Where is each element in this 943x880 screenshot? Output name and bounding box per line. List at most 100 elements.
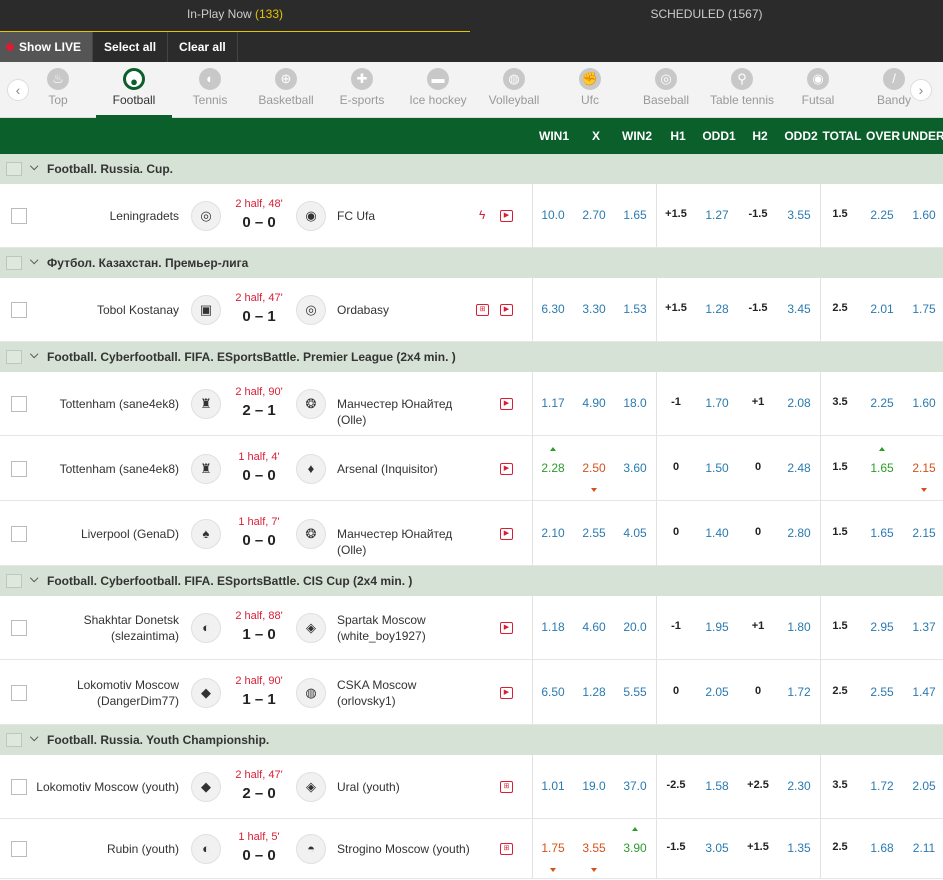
odds-cell[interactable]: 1.01 <box>533 779 573 793</box>
tab-in-play[interactable]: In-Play Now (133) <box>0 0 470 32</box>
odds-cell[interactable]: 1.72 <box>862 779 902 793</box>
home-team-name[interactable]: Leningradets <box>29 208 179 224</box>
away-team-name[interactable]: CSKA Moscow (orlovsky1) <box>337 677 472 709</box>
match-row[interactable]: Liverpool (GenaD) ♠ 1 half, 7' 0 – 0 ❂ Манчес… <box>0 501 943 566</box>
odds-cell[interactable]: 2.28 <box>533 461 573 475</box>
odds-cell[interactable]: 3.55 <box>779 208 819 222</box>
odds-cell[interactable]: 1.80 <box>779 620 819 634</box>
sport-tennis[interactable]: ◐ Tennis <box>172 62 248 118</box>
chevron-down-icon[interactable]: ⌵ <box>30 349 38 362</box>
video-stream-icon[interactable]: ▶ <box>500 527 513 540</box>
odds-cell[interactable]: 3.30 <box>574 302 614 316</box>
match-checkbox[interactable] <box>11 525 27 542</box>
odds-cell[interactable]: 1.70 <box>697 396 737 410</box>
home-team-name[interactable]: Tottenham (sane4ek8) <box>29 461 179 477</box>
match-checkbox[interactable] <box>11 684 27 701</box>
match-checkbox[interactable] <box>11 620 27 636</box>
away-team-name[interactable]: Ordabasy <box>337 302 472 318</box>
odds-cell[interactable]: 2.01 <box>862 302 902 316</box>
odds-cell[interactable]: 1.40 <box>697 526 737 540</box>
odds-cell[interactable]: 3.45 <box>779 302 819 316</box>
match-row[interactable]: Lokomotiv Moscow (youth) ◆ 2 half, 47' 2 – … <box>0 755 943 819</box>
odds-cell[interactable]: 3.60 <box>615 461 655 475</box>
odds-cell[interactable]: 20.0 <box>615 620 655 634</box>
odds-cell[interactable]: 4.60 <box>574 620 614 634</box>
odds-cell[interactable]: 1.18 <box>533 620 573 634</box>
league-header[interactable]: ⌵ Football. Russia. Cup. <box>0 154 943 184</box>
match-row[interactable]: Shakhtar Donetsk (slezaintima) ◐ 2 half, 8… <box>0 596 943 660</box>
league-header[interactable]: ⌵ Football. Russia. Youth Championship. <box>0 725 943 755</box>
video-stream-icon[interactable]: ▶ <box>500 686 513 699</box>
select-all-button[interactable]: Select all <box>93 32 169 62</box>
odds-cell[interactable]: 2.15 <box>904 461 943 475</box>
odds-cell[interactable]: 1.35 <box>779 841 819 855</box>
video-stream-icon[interactable]: ▶ <box>500 210 513 222</box>
odds-cell[interactable]: 2.05 <box>904 779 943 793</box>
odds-cell[interactable]: 2.15 <box>904 526 943 540</box>
odds-cell[interactable]: 2.95 <box>862 620 902 634</box>
odds-cell[interactable]: 4.90 <box>574 396 614 410</box>
odds-cell[interactable]: 1.65 <box>862 526 902 540</box>
odds-cell[interactable]: 1.28 <box>697 302 737 316</box>
odds-cell[interactable]: 1.60 <box>904 208 943 222</box>
match-row[interactable]: Tottenham (sane4ek8) ♜ 1 half, 4' 0 – 0 ♦ Ars… <box>0 436 943 501</box>
home-team-name[interactable]: Lokomotiv Moscow (DangerDim77) <box>29 677 179 709</box>
league-checkbox[interactable] <box>6 733 22 747</box>
league-header[interactable]: ⌵ Football. Cyberfootball. FIFA. ESports… <box>0 566 943 596</box>
match-checkbox[interactable] <box>11 208 27 224</box>
league-checkbox[interactable] <box>6 350 22 364</box>
odds-cell[interactable]: 1.47 <box>904 685 943 699</box>
odds-cell[interactable]: 2.10 <box>533 526 573 540</box>
sport-football[interactable]: ● Football <box>96 62 172 118</box>
away-team-name[interactable]: Arsenal (Inquisitor) <box>337 461 472 477</box>
clear-all-button[interactable]: Clear all <box>168 32 238 62</box>
match-row[interactable]: Rubin (youth) ◐ 1 half, 5' 0 – 0 ◓ Strogino M… <box>0 819 943 879</box>
odds-cell[interactable]: 1.17 <box>533 396 573 410</box>
sport-ufc[interactable]: ✊ Ufc <box>552 62 628 118</box>
tab-scheduled[interactable]: SCHEDULED (1567) <box>470 0 943 32</box>
sport-esports[interactable]: ✚ E-sports <box>324 62 400 118</box>
sport-ice-hockey[interactable]: ▬ Ice hockey <box>400 62 476 118</box>
match-checkbox[interactable] <box>11 396 27 412</box>
match-checkbox[interactable] <box>11 460 27 477</box>
sport-volleyball[interactable]: ◍ Volleyball <box>476 62 552 118</box>
odds-cell[interactable]: 3.90 <box>615 841 655 855</box>
match-field-icon[interactable]: ⊞ <box>500 781 513 793</box>
match-checkbox[interactable] <box>11 779 27 795</box>
odds-cell[interactable]: 1.65 <box>862 461 902 475</box>
home-team-name[interactable]: Tottenham (sane4ek8) <box>29 396 179 412</box>
match-row[interactable]: Tottenham (sane4ek8) ♜ 2 half, 90' 2 – 1 ❂ Ма… <box>0 372 943 436</box>
home-team-name[interactable]: Rubin (youth) <box>29 841 179 857</box>
odds-cell[interactable]: 37.0 <box>615 779 655 793</box>
sport-baseball[interactable]: ◎ Baseball <box>628 62 704 118</box>
home-team-name[interactable]: Tobol Kostanay <box>29 302 179 318</box>
league-header[interactable]: ⌵ Футбол. Казахстан. Премьер-лига <box>0 248 943 278</box>
odds-cell[interactable]: 2.05 <box>697 685 737 699</box>
odds-cell[interactable]: 2.25 <box>862 396 902 410</box>
odds-cell[interactable]: 4.05 <box>615 526 655 540</box>
away-team-name[interactable]: Spartak Moscow (white_boy1927) <box>337 612 472 644</box>
video-stream-icon[interactable]: ▶ <box>500 462 513 475</box>
odds-cell[interactable]: 1.50 <box>697 461 737 475</box>
league-checkbox[interactable] <box>6 574 22 588</box>
odds-cell[interactable]: 2.30 <box>779 779 819 793</box>
odds-cell[interactable]: 2.70 <box>574 208 614 222</box>
odds-cell[interactable]: 2.11 <box>904 841 943 855</box>
show-live-button[interactable]: Show LIVE <box>0 32 94 62</box>
match-row[interactable]: Leningradets ◎ 2 half, 48' 0 – 0 ◉ FC Ufa ▶ ϟ 10… <box>0 184 943 248</box>
sport-table-tennis[interactable]: ⚲ Table tennis <box>704 62 780 118</box>
sport-basketball[interactable]: ⊕ Basketball <box>248 62 324 118</box>
match-row[interactable]: Tobol Kostanay ▣ 2 half, 47' 0 – 1 ◎ Ordabasy… <box>0 278 943 342</box>
odds-cell[interactable]: 19.0 <box>574 779 614 793</box>
odds-cell[interactable]: 6.30 <box>533 302 573 316</box>
odds-cell[interactable]: 1.27 <box>697 208 737 222</box>
scroll-right-icon[interactable]: › <box>910 79 932 101</box>
league-checkbox[interactable] <box>6 162 22 176</box>
odds-cell[interactable]: 1.72 <box>779 685 819 699</box>
match-field-icon[interactable]: ⊞ <box>476 304 489 316</box>
odds-cell[interactable]: 3.55 <box>574 841 614 855</box>
video-stream-icon[interactable]: ▶ <box>500 398 513 410</box>
odds-cell[interactable]: 1.60 <box>904 396 943 410</box>
away-team-name[interactable]: Strogino Moscow (youth) <box>337 841 472 857</box>
odds-cell[interactable]: 1.28 <box>574 685 614 699</box>
